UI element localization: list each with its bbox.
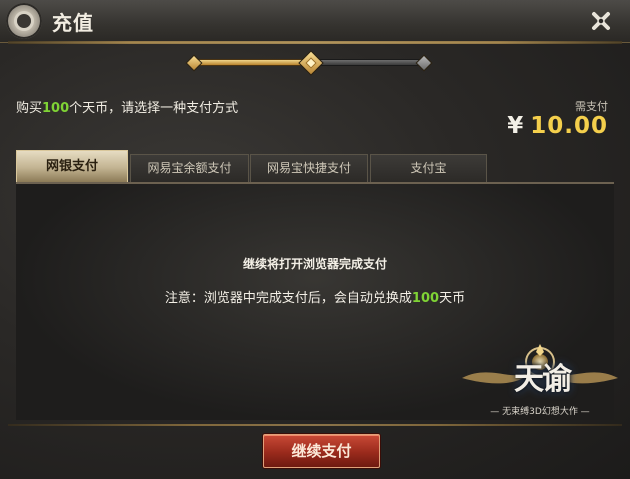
- tab-netease-balance[interactable]: 网易宝余额支付: [130, 154, 249, 182]
- logo-title: 天谕: [514, 362, 572, 397]
- step-marker-1: [185, 54, 203, 72]
- step-marker-3: [415, 54, 433, 72]
- tab-netease-quick[interactable]: 网易宝快捷支付: [250, 154, 368, 182]
- tab-alipay[interactable]: 支付宝: [370, 154, 487, 182]
- close-button[interactable]: [586, 6, 616, 36]
- continue-payment-button[interactable]: 继续支付: [263, 434, 380, 468]
- amount-due-value: 10.00: [530, 113, 608, 139]
- title-divider: [8, 41, 622, 44]
- game-logo: 天谕 — 无束缚3D幻想大作 —: [460, 342, 620, 420]
- note-suffix: 天币: [439, 291, 466, 306]
- auto-exchange-note: 注意：浏览器中完成支付后，会自动兑换成100天币: [0, 287, 630, 306]
- note-amount: 100: [411, 291, 440, 306]
- prompt-suffix: 个天币，请选择一种支付方式: [69, 101, 239, 116]
- step-track-remaining: [316, 59, 424, 66]
- step-marker-2: [298, 50, 324, 76]
- step-progress: [180, 48, 436, 76]
- recharge-dialog: 充值 购买100个天币，请选择一种支付方式 需支付 ¥10.00 网银支付 网易…: [0, 0, 630, 479]
- prompt-amount: 100: [42, 101, 70, 116]
- gear-icon: [6, 3, 42, 39]
- note-prefix: 注意：浏览器中完成支付后，会自动兑换成: [164, 291, 412, 306]
- footer-divider: [8, 424, 622, 426]
- tab-online-banking[interactable]: 网银支付: [16, 150, 128, 182]
- prompt-prefix: 购买: [16, 101, 43, 116]
- logo-subtitle: — 无束缚3D幻想大作 —: [490, 407, 590, 417]
- browser-notice: 继续将打开浏览器完成支付: [242, 257, 387, 271]
- step-track-completed: [194, 59, 308, 66]
- currency-symbol: ¥: [507, 113, 525, 139]
- amount-due: ¥10.00: [507, 113, 608, 139]
- amount-due-label: 需支付: [575, 100, 608, 113]
- dialog-title: 充值: [52, 11, 94, 35]
- payment-method-tabs: 网银支付 网易宝余额支付 网易宝快捷支付 支付宝: [16, 150, 616, 182]
- close-icon: [592, 12, 610, 30]
- purchase-prompt: 购买100个天币，请选择一种支付方式: [16, 97, 238, 116]
- title-bar: 充值: [0, 0, 630, 43]
